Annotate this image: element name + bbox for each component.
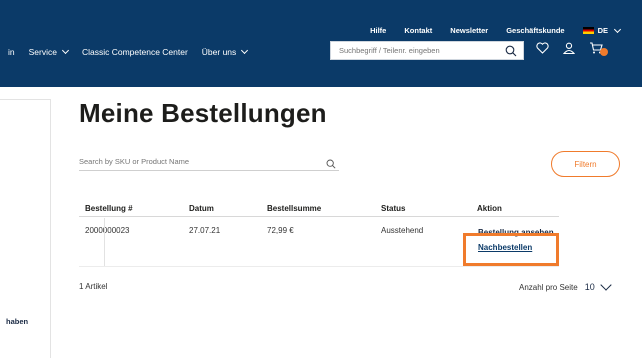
col-status: Status — [381, 204, 406, 213]
help-link[interactable]: Hilfe — [370, 26, 386, 35]
newsletter-link[interactable]: Newsletter — [450, 26, 488, 35]
header-icons — [536, 42, 608, 56]
row-divider — [79, 266, 559, 267]
cart-badge — [600, 48, 608, 56]
col-action: Aktion — [477, 204, 502, 213]
search-icon[interactable] — [326, 156, 336, 174]
order-status: Ausstehend — [381, 226, 424, 235]
language-label: DE — [597, 26, 608, 35]
top-links: Hilfe Kontakt Newsletter Geschäftskunde … — [370, 25, 622, 35]
user-icon[interactable] — [563, 42, 575, 54]
order-search-input[interactable] — [79, 157, 319, 166]
per-page-label: Anzahl pro Seite — [519, 282, 578, 292]
chevron-down-icon — [600, 278, 612, 291]
nav-item-ccc-label: Classic Competence Center — [81, 47, 188, 57]
col-order-number: Bestellung # — [85, 204, 133, 213]
header-search-input[interactable] — [339, 46, 499, 55]
nav-item-about-us[interactable]: Über uns — [201, 46, 249, 57]
heart-icon[interactable] — [536, 42, 549, 54]
chevron-down-icon — [613, 25, 622, 33]
contact-link[interactable]: Kontakt — [404, 26, 432, 35]
col-date: Datum — [189, 204, 214, 213]
chevron-down-icon — [241, 46, 249, 55]
search-icon[interactable] — [505, 45, 517, 59]
header-search — [330, 41, 524, 60]
col-total: Bestellsumme — [267, 204, 322, 213]
nav-item-service-label: Service — [28, 47, 57, 57]
account-sidebar: haben — [0, 99, 51, 358]
sidebar-item-partial[interactable]: haben — [6, 317, 28, 326]
order-total: 72,99 € — [267, 226, 294, 235]
site-header: Hilfe Kontakt Newsletter Geschäftskunde … — [0, 0, 642, 87]
nav-item-partial[interactable]: in — [8, 47, 15, 57]
order-date: 27.07.21 — [189, 226, 221, 235]
nav-item-partial-label: in — [8, 47, 15, 57]
item-count: 1 Artikel — [79, 282, 108, 291]
highlight-box — [463, 233, 559, 266]
nav-item-about-label: Über uns — [201, 47, 237, 57]
main-nav: in Service Classic Competence Center Übe… — [8, 46, 249, 57]
chevron-down-icon — [61, 46, 70, 55]
cart-icon[interactable] — [589, 42, 608, 56]
table-header: Bestellung # Datum Bestellsumme Status A… — [79, 199, 559, 217]
order-number: 2000000023 — [85, 226, 130, 235]
per-page-value: 10 — [584, 282, 595, 292]
business-customer-link[interactable]: Geschäftskunde — [506, 26, 564, 35]
order-search — [79, 153, 339, 171]
nav-item-classic-competence-center[interactable]: Classic Competence Center — [82, 47, 188, 57]
per-page-selector[interactable]: Anzahl pro Seite 10 — [519, 278, 612, 292]
nav-item-service[interactable]: Service — [28, 46, 70, 57]
language-selector[interactable]: DE — [582, 25, 622, 35]
column-divider — [104, 218, 105, 266]
page-title: Meine Bestellungen — [79, 98, 327, 128]
filter-button[interactable]: Filtern — [551, 151, 620, 177]
german-flag-icon — [582, 27, 594, 34]
